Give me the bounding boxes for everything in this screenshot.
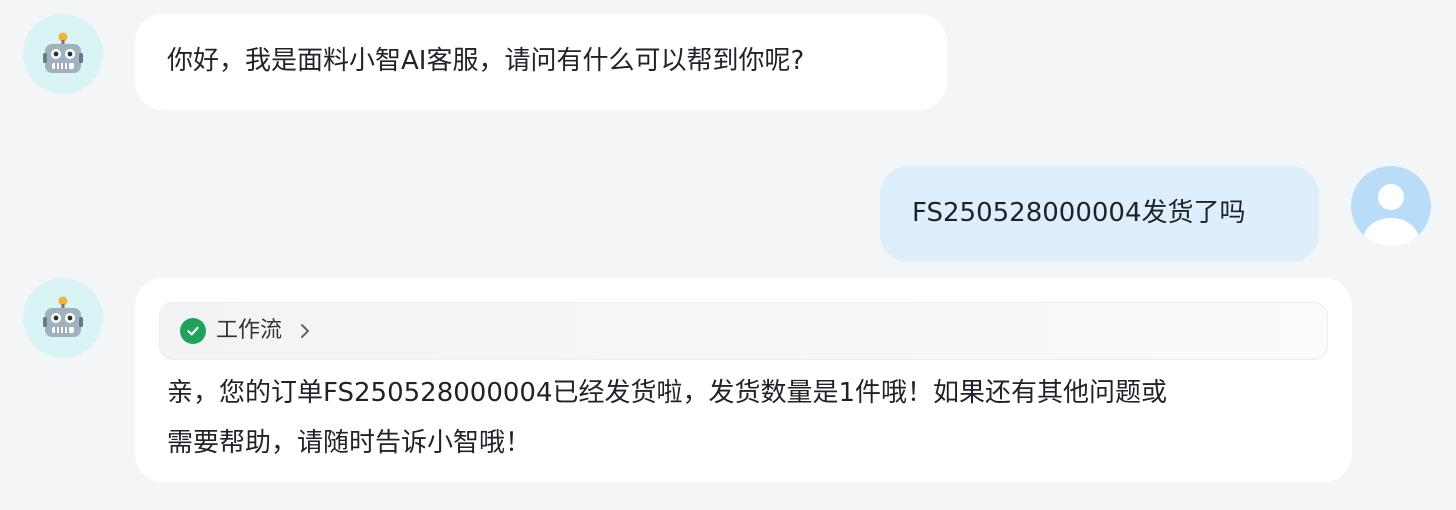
answer-text: 亲，您的订单FS250528000004已经发货啦，发货数量是1件哦！如果还有其… — [159, 368, 1328, 468]
bot-avatar — [23, 278, 103, 358]
user-icon — [1363, 184, 1419, 246]
workflow-toggle[interactable]: 工作流 — [159, 302, 1328, 360]
answer-line: 亲，您的订单FS250528000004已经发货啦，发货数量是1件哦！如果还有其… — [167, 378, 1168, 408]
robot-icon — [43, 296, 83, 337]
answer-line: 需要帮助，请随时告诉小智哦！ — [167, 428, 532, 458]
chevron-right-icon — [298, 321, 312, 341]
workflow-label: 工作流 — [216, 318, 283, 343]
user-message: FS250528000004发货了吗 — [880, 166, 1319, 262]
robot-icon — [43, 32, 83, 73]
check-circle-icon — [180, 318, 206, 344]
bot-avatar — [23, 14, 103, 94]
message-text: FS250528000004发货了吗 — [912, 198, 1246, 228]
bot-message-answer: 工作流 亲，您的订单FS250528000004已经发货啦，发货数量是1件哦！如… — [135, 278, 1352, 482]
message-text: 你好，我是面料小智AI客服，请问有什么可以帮到你呢? — [167, 46, 805, 76]
user-avatar — [1351, 166, 1431, 246]
bot-message-greeting: 你好，我是面料小智AI客服，请问有什么可以帮到你呢? — [135, 14, 947, 110]
